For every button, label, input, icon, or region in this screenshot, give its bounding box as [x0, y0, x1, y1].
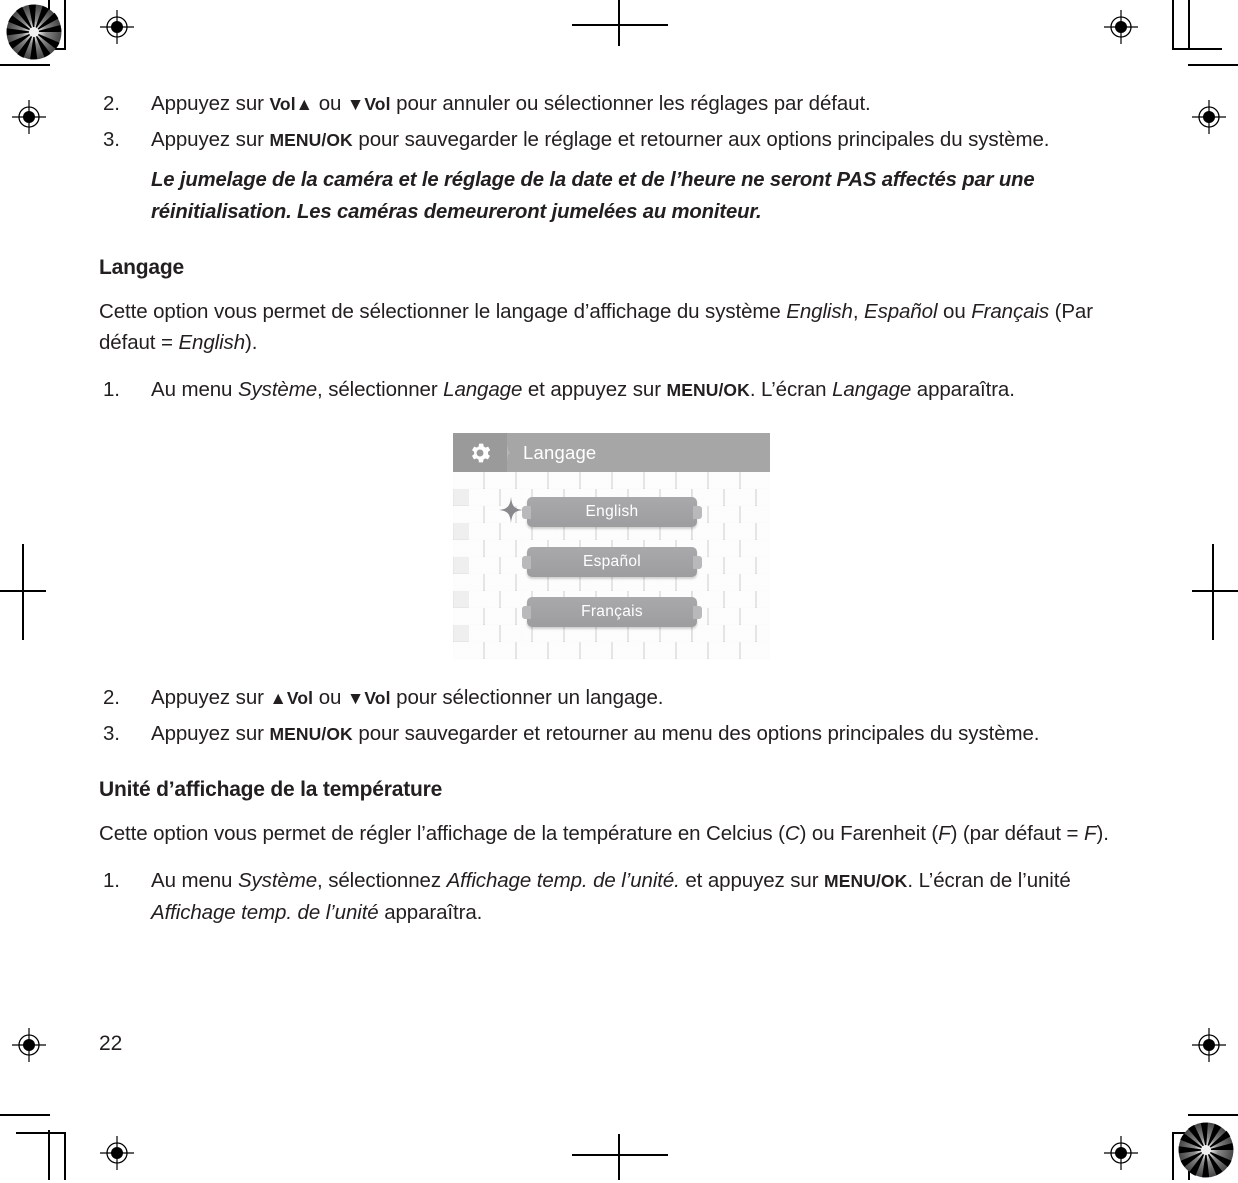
- text-run-normal: Cette option vous permet de régler l’aff…: [99, 822, 785, 845]
- menu-item-francais[interactable]: Français: [522, 597, 702, 627]
- text-run-normal: ) (par défaut =: [950, 822, 1085, 845]
- text-run-kbd: ▼Vol: [346, 94, 391, 114]
- step-text: Appuyez sur ▲Vol ou ▼Vol pour sélectionn…: [151, 686, 663, 709]
- text-run-normal: ).: [245, 331, 258, 354]
- text-run-normal: Appuyez sur: [151, 128, 270, 151]
- text-run-ital: C: [784, 822, 800, 845]
- device-header: Langage: [453, 433, 770, 472]
- step-langage-2: 2. Appuyez sur ▲Vol ou ▼Vol pour sélecti…: [99, 682, 1123, 714]
- item-left-notch: [522, 556, 531, 569]
- heading-temperature-unit: Unité d’affichage de la température: [99, 778, 443, 801]
- step-number: 2.: [103, 686, 120, 709]
- text-run-normal: ) ou Farenheit (: [799, 822, 939, 845]
- text-run-ital: Système: [237, 869, 318, 892]
- text-run-ital: F: [1084, 822, 1097, 845]
- step-reset-3: 3. Appuyez sur MENU/OK pour sauvegarder …: [99, 124, 1123, 156]
- step-text: Appuyez sur MENU/OK pour sauvegarder et …: [151, 722, 1039, 745]
- text-run-normal: pour sauvegarder le réglage et retourner…: [352, 128, 1050, 151]
- text-run-kbd: MENU/OK: [666, 380, 750, 400]
- heading-langage: Langage: [99, 256, 184, 279]
- text-run-normal: ou: [937, 300, 972, 323]
- gear-icon: [453, 433, 507, 472]
- step-number: 1.: [103, 869, 120, 892]
- item-right-notch: [693, 556, 702, 569]
- text-run-kbd: ▼Vol: [346, 688, 391, 708]
- text-run-normal: Cette option vous permet de sélectionner…: [99, 300, 787, 323]
- manual-page: 2. Appuyez sur Vol▲ ou ▼Vol pour annuler…: [0, 0, 1238, 1180]
- step-number: 1.: [103, 378, 120, 401]
- reset-steps-list: 2. Appuyez sur Vol▲ ou ▼Vol pour annuler…: [99, 88, 1123, 156]
- text-run-ital: English: [178, 331, 246, 354]
- text-run-normal: pour sauvegarder et retourner au menu de…: [352, 722, 1040, 745]
- temperature-intro: Cette option vous permet de régler l’aff…: [99, 818, 1123, 849]
- text-run-kbd: ▲Vol: [269, 688, 314, 708]
- text-run-normal: et appuyez sur: [522, 378, 667, 401]
- reset-warning-note: Le jumelage de la caméra et le réglage d…: [151, 169, 1035, 223]
- text-run-normal: apparaîtra.: [378, 901, 483, 924]
- temperature-steps-list: 1. Au menu Système, sélectionnez Afficha…: [99, 865, 1123, 928]
- step-reset-2: 2. Appuyez sur Vol▲ ou ▼Vol pour annuler…: [99, 88, 1123, 120]
- text-run-normal: Appuyez sur: [151, 92, 270, 115]
- text-run-ital: Affichage temp. de l’unité: [151, 901, 379, 924]
- text-run-normal: Appuyez sur: [151, 686, 270, 709]
- menu-item-label: English: [585, 503, 639, 520]
- text-run-normal: pour sélectionner un langage.: [390, 686, 664, 709]
- device-screen-title: Langage: [523, 441, 597, 463]
- text-run-kbd: Vol▲: [269, 94, 314, 114]
- menu-item-label: Español: [582, 553, 642, 570]
- text-run-normal: . L’écran: [749, 378, 833, 401]
- text-run-ital: English: [786, 300, 853, 323]
- text-run-kbd: MENU/OK: [269, 724, 353, 744]
- step-number: 3.: [103, 722, 120, 745]
- item-left-notch: [522, 506, 531, 519]
- text-run-ital: Affichage temp. de l’unité.: [446, 869, 680, 892]
- text-run-normal: . L’écran de l’unité: [907, 869, 1071, 892]
- text-run-normal: apparaîtra.: [911, 378, 1015, 401]
- item-left-notch: [522, 606, 531, 619]
- langage-intro: Cette option vous permet de sélectionner…: [99, 296, 1123, 358]
- langage-menu-screenshot: Langage English Español Français: [453, 433, 770, 659]
- text-run-normal: , sélectionner: [317, 378, 444, 401]
- step-text: Appuyez sur MENU/OK pour sauvegarder le …: [151, 128, 1049, 151]
- text-run-normal: ou: [313, 686, 347, 709]
- langage-steps-list-b: 2. Appuyez sur ▲Vol ou ▼Vol pour sélecti…: [99, 682, 1123, 750]
- text-run-ital: Langage: [443, 378, 523, 401]
- step-langage-1: 1. Au menu Système, sélectionner Langage…: [99, 374, 1123, 406]
- text-run-kbd: MENU/OK: [269, 130, 353, 150]
- four-point-star-cursor: [499, 497, 523, 523]
- text-run-normal: Appuyez sur: [151, 722, 270, 745]
- text-run-ital: Système: [237, 378, 318, 401]
- text-run-normal: , sélectionnez: [317, 869, 447, 892]
- step-text: Au menu Système, sélectionnez Affichage …: [151, 869, 1071, 924]
- langage-steps-list-a: 1. Au menu Système, sélectionner Langage…: [99, 374, 1123, 406]
- step-langage-3: 3. Appuyez sur MENU/OK pour sauvegarder …: [99, 718, 1123, 750]
- step-number: 3.: [103, 128, 120, 151]
- text-run-normal: pour annuler ou sélectionner les réglage…: [390, 92, 871, 115]
- step-text: Au menu Système, sélectionner Langage et…: [151, 378, 1015, 401]
- menu-item-label: Français: [581, 603, 643, 620]
- text-run-ital: F: [938, 822, 951, 845]
- text-run-kbd: MENU/OK: [824, 871, 908, 891]
- text-run-normal: Au menu: [151, 378, 238, 401]
- step-number: 2.: [103, 92, 120, 115]
- text-run-normal: Au menu: [151, 869, 238, 892]
- text-run-normal: ou: [313, 92, 347, 115]
- text-run-ital: Français: [971, 300, 1050, 323]
- text-run-ital: Langage: [832, 378, 912, 401]
- item-right-notch: [693, 506, 702, 519]
- text-run-normal: et appuyez sur: [679, 869, 825, 892]
- item-right-notch: [693, 606, 702, 619]
- menu-item-espanol[interactable]: Español: [522, 547, 702, 577]
- menu-item-english[interactable]: English: [522, 497, 702, 527]
- page-number: 22: [99, 1032, 123, 1055]
- text-run-normal: ).: [1096, 822, 1109, 845]
- step-temperature-1: 1. Au menu Système, sélectionnez Afficha…: [99, 865, 1123, 928]
- device-screen-body: English Español Français: [453, 472, 770, 659]
- step-text: Appuyez sur Vol▲ ou ▼Vol pour annuler ou…: [151, 92, 871, 115]
- text-run-ital: Español: [864, 300, 938, 323]
- text-run-normal: ,: [852, 300, 865, 323]
